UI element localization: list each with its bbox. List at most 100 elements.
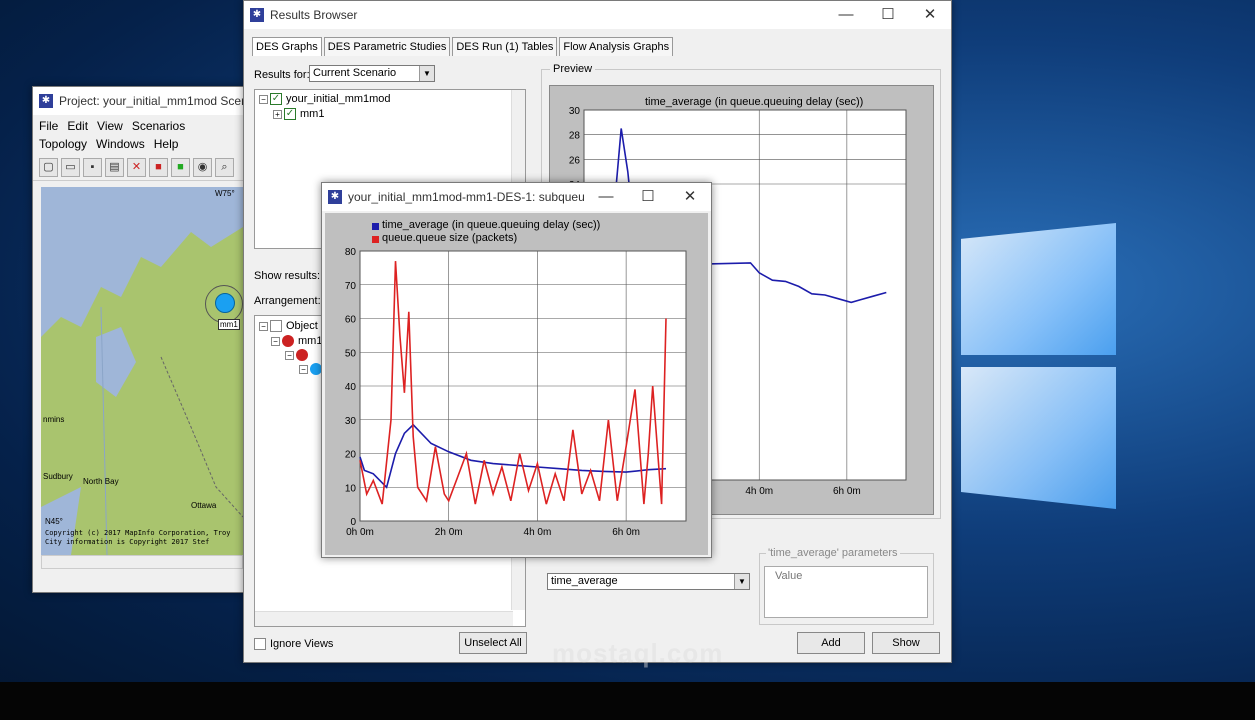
map-hscrollbar[interactable] xyxy=(41,555,243,569)
results-for-label: Results for: xyxy=(254,69,310,81)
tree-item-subqueue[interactable]: − xyxy=(299,363,322,375)
map-label-north-bay: North Bay xyxy=(83,477,119,486)
map-label-n45: N45° xyxy=(45,517,63,526)
subqueue-graph-window: ✱ your_initial_mm1mod-mm1-DES-1: subqueu… xyxy=(321,182,712,558)
menu-help[interactable]: Help xyxy=(152,135,186,153)
y-tick-label: 10 xyxy=(345,483,357,494)
y-tick-label: 80 xyxy=(345,247,357,258)
fail-link-icon[interactable]: ■ xyxy=(149,158,168,177)
results-browser-title: Results Browser xyxy=(270,8,358,22)
chevron-down-icon: ▼ xyxy=(734,574,749,589)
results-for-select[interactable]: Current Scenario ▼ xyxy=(309,65,435,82)
y-tick-label: 40 xyxy=(345,382,357,393)
params-label: 'time_average' parameters xyxy=(766,547,900,559)
map-label-sudbury: Sudbury xyxy=(43,472,73,481)
save-icon[interactable]: ▪ xyxy=(83,158,102,177)
collapse-icon[interactable]: − xyxy=(299,364,308,374)
results-browser-titlebar[interactable]: ✱ Results Browser — ☐ ✕ xyxy=(244,1,951,29)
collapse-icon[interactable]: − xyxy=(285,350,294,360)
show-results-label: Show results: xyxy=(254,270,321,282)
menu-scenarios[interactable]: Scenarios xyxy=(130,117,192,135)
project-titlebar[interactable]: ✱ Project: your_initial_mm1mod Scenario xyxy=(33,87,245,115)
menu-view[interactable]: View xyxy=(95,117,130,135)
y-tick-label: 20 xyxy=(345,450,357,461)
y-tick-label: 70 xyxy=(345,281,357,292)
close-button[interactable]: ✕ xyxy=(909,1,951,29)
unselect-all-button[interactable]: Unselect All xyxy=(459,632,527,654)
statistic-filter-select[interactable]: time_average ▼ xyxy=(547,573,750,590)
checkbox-checked-icon[interactable]: ✓ xyxy=(270,93,282,105)
checkbox-icon[interactable] xyxy=(270,320,282,332)
y-tick-label: 30 xyxy=(569,106,581,117)
map-canvas[interactable]: W75° mm1 nmins Sudbury North Bay Ottawa … xyxy=(41,187,243,555)
menu-file[interactable]: File xyxy=(37,117,65,135)
border-line xyxy=(160,356,243,518)
x-tick-label: 0h 0m xyxy=(346,527,374,538)
add-button[interactable]: Add xyxy=(797,632,865,654)
collapse-icon[interactable]: − xyxy=(259,321,268,331)
recover-link-icon[interactable]: ■ xyxy=(171,158,190,177)
subqueue-titlebar[interactable]: ✱ your_initial_mm1mod-mm1-DES-1: subqueu… xyxy=(322,183,711,211)
y-tick-label: 60 xyxy=(345,315,357,326)
mostaql-watermark: mostaql.com xyxy=(552,638,724,668)
print-icon[interactable]: ▤ xyxy=(105,158,124,177)
y-tick-label: 50 xyxy=(345,348,357,359)
open-folder-icon[interactable]: ▭ xyxy=(61,158,80,177)
tab-des-parametric-studies[interactable]: DES Parametric Studies xyxy=(323,37,451,56)
project-title: Project: your_initial_mm1mod Scenario xyxy=(59,94,245,108)
tree-item-object-mm1[interactable]: − mm1 xyxy=(271,335,322,347)
y-tick-label: 28 xyxy=(569,131,581,142)
ignore-views-checkbox[interactable]: Ignore Views xyxy=(254,638,333,650)
minimize-button[interactable]: — xyxy=(825,1,867,29)
zoom-icon[interactable]: ⌕ xyxy=(215,158,234,177)
preview-label: Preview xyxy=(550,63,596,75)
map-label-ottawa: Ottawa xyxy=(191,501,217,510)
collapse-icon[interactable]: − xyxy=(271,336,280,346)
mm1-node-label: mm1 xyxy=(218,319,240,330)
checkbox-icon[interactable] xyxy=(254,638,266,650)
tree-item-label: mm1 xyxy=(298,335,323,347)
menu-topology[interactable]: Topology xyxy=(37,135,94,153)
statistic-filter-value: time_average xyxy=(551,575,618,587)
maximize-button[interactable]: ☐ xyxy=(867,1,909,29)
node-red-icon xyxy=(282,335,294,347)
x-tick-label: 6h 0m xyxy=(833,486,861,497)
value-column-header: Value xyxy=(775,570,803,582)
project-menu: File Edit View Scenarios Topology Window… xyxy=(33,115,245,155)
tree-item-scenario[interactable]: − ✓ your_initial_mm1mod xyxy=(259,93,391,105)
pin-icon[interactable]: ◉ xyxy=(193,158,212,177)
maximize-button[interactable]: ☐ xyxy=(627,183,669,211)
tree-item-mm1[interactable]: + ✓ mm1 xyxy=(273,108,324,120)
menu-edit[interactable]: Edit xyxy=(65,117,95,135)
object-tree-hscrollbar[interactable] xyxy=(255,611,513,626)
new-icon[interactable]: ▢ xyxy=(39,158,58,177)
params-table[interactable]: Value xyxy=(764,566,928,618)
x-tick-label: 4h 0m xyxy=(745,486,773,497)
collapse-icon[interactable]: − xyxy=(259,94,268,104)
tab-flow-analysis-graphs[interactable]: Flow Analysis Graphs xyxy=(559,37,674,56)
node-red-icon xyxy=(296,349,308,361)
tree-item-queue[interactable]: − xyxy=(285,349,308,361)
ignore-views-label: Ignore Views xyxy=(270,638,334,650)
map-copyright-1: Copyright (c) 2017 MapInfo Corporation, … xyxy=(45,529,231,537)
menu-windows[interactable]: Windows xyxy=(94,135,152,153)
fail-node-icon[interactable]: ✕ xyxy=(127,158,146,177)
tab-des-run-tables[interactable]: DES Run (1) Tables xyxy=(452,37,558,56)
map-svg xyxy=(41,187,243,555)
app-icon: ✱ xyxy=(39,94,53,108)
checkbox-checked-icon[interactable]: ✓ xyxy=(284,108,296,120)
graph-area: time_average (in queue.queuing delay (se… xyxy=(325,213,708,555)
tab-des-graphs[interactable]: DES Graphs xyxy=(252,37,322,56)
y-tick-label: 26 xyxy=(569,155,581,166)
minimize-button[interactable]: — xyxy=(585,183,627,211)
chevron-down-icon: ▼ xyxy=(419,66,434,81)
y-tick-label: 30 xyxy=(345,416,357,427)
project-window: ✱ Project: your_initial_mm1mod Scenario … xyxy=(32,86,246,593)
tree-item-object-statistics[interactable]: − Object S xyxy=(259,320,328,332)
show-button[interactable]: Show xyxy=(872,632,940,654)
map-label-w75: W75° xyxy=(215,189,235,198)
project-toolbar: ▢ ▭ ▪ ▤ ✕ ■ ■ ◉ ⌕ xyxy=(33,155,245,181)
app-icon: ✱ xyxy=(328,190,342,204)
expand-icon[interactable]: + xyxy=(273,109,282,119)
close-button[interactable]: ✕ xyxy=(669,183,711,211)
